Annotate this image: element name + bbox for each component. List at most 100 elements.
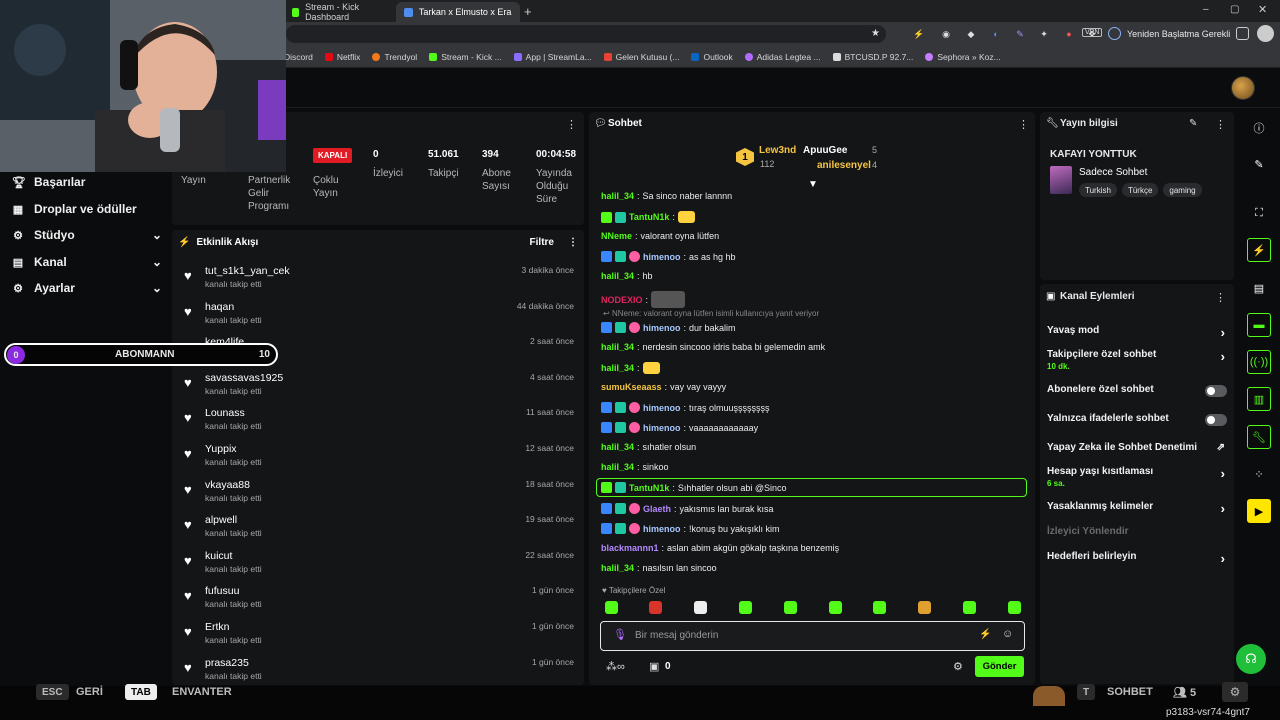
party-count[interactable]: 👥︎ 5 [1173,686,1196,699]
user-avatar[interactable] [1231,76,1255,100]
bookmark-star-icon[interactable]: ★ [871,28,880,39]
chat-username[interactable]: himenoo [643,323,681,333]
vpn-badge[interactable]: VPN [1082,28,1103,37]
sidebar-item-settings[interactable]: ⚙ Ayarlar ⌄ [12,277,162,299]
follower-name[interactable]: savassavas1925 [205,372,283,384]
chat-rail-icon[interactable]: ▬ [1247,313,1271,337]
follower-name[interactable]: fufusuu [205,585,239,597]
follower-name[interactable]: tut_s1k1_yan_cek [205,265,290,277]
toggle-switch[interactable] [1205,414,1227,426]
chat-username[interactable]: halil_34 [601,271,634,281]
chat-message[interactable]: blackmannn1: aslan abim akgün gökalp taşk… [601,543,839,553]
chat-message[interactable]: halil_34: sinkoo [601,462,669,472]
chat-message[interactable]: halil_34: Sa sinco naber lannnn [601,191,732,201]
chat-username[interactable]: himenoo [643,524,681,534]
chat-username[interactable]: himenoo [643,403,681,413]
category-thumbnail[interactable] [1050,166,1072,194]
microphone-icon[interactable]: 🎙︎ [613,628,627,641]
channel-action-item[interactable]: Hedefleri belirleyin › [1047,551,1227,566]
maximize-icon[interactable]: ▢ [1230,4,1239,15]
bookmark-kick[interactable]: Stream - Kick ... [429,52,502,62]
chat-username[interactable]: halil_34 [601,191,634,201]
send-button[interactable]: Gönder [975,656,1024,677]
browser-tab-active[interactable]: Tarkan x Elmusto x Era7cap [396,2,520,22]
extension-kick-icon[interactable]: ⚡ [913,28,925,40]
stats-menu-icon[interactable]: ⋮ [566,118,577,131]
bookmark-inbox[interactable]: Gelen Kutusu (... [603,52,679,62]
chat-settings-icon[interactable]: ⚙ [953,660,963,673]
chat-message[interactable]: himenoo: tıraş olmuuşşşşşşşş [601,402,770,413]
sidebar-item-achievements[interactable]: 🏆︎ Başarılar [12,171,162,193]
emote-option[interactable] [605,601,618,614]
sidebar-item-drops[interactable]: ▦ Droplar ve ödüller [12,198,162,220]
close-window-icon[interactable]: ✕ [1258,3,1267,16]
chat-message[interactable]: TantuN1k: Sıhhatler olsun abi @Sinco [601,482,787,493]
layers-icon[interactable]: ▥ [1247,387,1271,411]
chat-message[interactable]: sumuKseaass: vay vay vayyy [601,382,726,392]
browser-tab-kick-dashboard[interactable]: Stream - Kick Dashboard [284,2,392,22]
follow-event-row[interactable]: ♥ kuicut kanalı takip etti 22 saat önce [184,550,576,584]
channel-action-item[interactable]: Yavaş mod › [1047,325,1227,340]
follow-event-row[interactable]: ♥ vkayaa88 kanalı takip etti 18 saat önce [184,479,576,513]
emote-option[interactable] [873,601,886,614]
gifter-3-name[interactable]: anilesenyel [817,160,871,171]
follower-name[interactable]: Ertkn [205,621,230,633]
chat-username[interactable]: himenoo [643,252,681,262]
chat-input-placeholder[interactable]: Bir mesaj gönderin [635,630,718,641]
url-field[interactable] [286,25,886,43]
fullscreen-icon[interactable]: ⛶ [1247,201,1271,225]
bookmark-outlook[interactable]: Outlook [691,52,733,62]
info-icon[interactable]: ⓘ [1247,116,1271,140]
minimize-icon[interactable]: – [1203,4,1209,15]
extension-m-icon[interactable]: ◉ [940,28,952,40]
kick-emote-icon[interactable]: ⚡ [979,629,991,640]
bookmark-trendyol[interactable]: Trendyol [372,52,417,62]
emote-option[interactable] [784,601,797,614]
extension-red-icon[interactable]: ● [1063,28,1075,40]
channel-action-item[interactable]: Takipçilere özel sohbet 10 dk. › [1047,349,1227,371]
activity-menu-icon[interactable]: ⋮ [568,237,578,248]
follow-event-row[interactable]: ♥ fufusuu kanalı takip etti 1 gün önce [184,585,576,619]
pencil-icon[interactable]: ✎ [1247,152,1271,176]
chat-message[interactable]: halil_34: hb [601,271,653,281]
hud-settings-icon[interactable]: ⚙ [1222,682,1248,702]
follower-name[interactable]: prasa235 [205,657,249,669]
follow-event-row[interactable]: ♥ Yuppix kanalı takip etti 12 saat önce [184,443,576,477]
bookmark-adidas[interactable]: Adidas Legtea ... [744,52,821,62]
follow-event-row[interactable]: ♥ tut_s1k1_yan_cek kanalı takip etti 3 daki… [184,265,576,299]
emote-option[interactable] [739,601,752,614]
channel-actions-menu-icon[interactable]: ⋮ [1215,291,1226,304]
emote-option[interactable] [918,601,931,614]
tag-turkish[interactable]: Turkish [1079,183,1117,197]
bookmark-discord[interactable]: Discord [284,52,313,62]
channel-action-item[interactable]: Yapay Zeka ile Sohbet Denetimi ⇗ [1047,442,1227,453]
chat-message[interactable]: himenoo: dur bakalim [601,322,736,333]
chat-message[interactable]: halil_34: nerdesin sincooo idris baba bi … [601,342,825,352]
emote-option[interactable] [649,601,662,614]
follow-event-row[interactable]: ♥ Lounass kanalı takip etti 11 saat önce [184,407,576,441]
chat-message[interactable]: halil_34: [601,362,660,374]
shop-icon[interactable]: ▣ [649,660,659,673]
emote-option[interactable] [694,601,707,614]
extension-audio-icon[interactable]: ◖ [989,28,1001,40]
chat-username[interactable]: halil_34 [601,462,634,472]
follow-event-row[interactable]: ♥ savassavas1925 kanalı takip etti 4 saat ö… [184,372,576,406]
chat-username[interactable]: halil_34 [601,563,634,573]
bookmark-sephora[interactable]: Sephora » Koz... [925,52,1001,62]
tag-turkce[interactable]: Türkçe [1121,183,1159,197]
sidebar-item-channel[interactable]: ▤ Kanal ⌄ [12,251,162,273]
tag-gaming[interactable]: gaming [1163,183,1202,197]
bookmark-btcusd[interactable]: BTCUSD.P 92.7... [832,52,913,62]
chat-username[interactable]: blackmannn1 [601,543,659,553]
chat-username[interactable]: Glaeth [643,504,671,514]
follower-name[interactable]: kuicut [205,550,232,562]
bookmark-streamlabs[interactable]: App | StreamLa... [513,52,592,62]
chat-message[interactable]: halil_34: sıhatler olsun [601,442,696,452]
emote-option[interactable] [963,601,976,614]
pin-expand-icon[interactable]: ▼ [808,179,818,190]
chat-message[interactable]: Glaeth: yakısmıs lan burak kısa [601,503,774,514]
tools-icon[interactable]: 🔧︎ [1247,425,1271,449]
back-label[interactable]: GERİ [76,686,103,698]
chat-username[interactable]: TantuN1k [629,483,669,493]
hud-chat-label[interactable]: SOHBET [1107,686,1153,698]
